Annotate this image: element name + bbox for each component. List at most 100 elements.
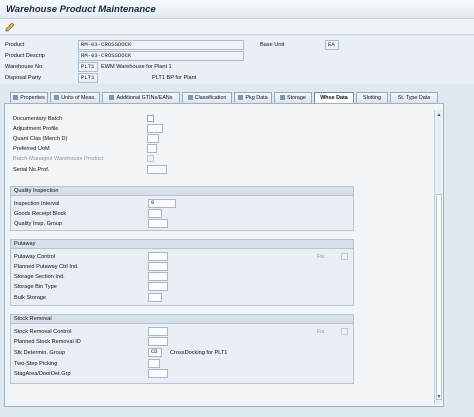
bulk-input[interactable] — [148, 293, 162, 302]
stag-label: StagArea/DoorDet.Grp — [14, 371, 71, 377]
party-field[interactable]: PLT1 — [78, 73, 98, 83]
stk-group-input[interactable]: CD — [148, 348, 162, 357]
tab-icon — [187, 95, 193, 100]
serial-label: Serial No.Prof. — [13, 167, 50, 173]
descr-label: Product Descrip — [5, 53, 45, 59]
title-bar: Warehouse Product Maintenance — [0, 0, 474, 19]
batch-managed-label: Batch-Managed Warehouse Product — [13, 156, 104, 162]
descr-row: Product Descrip RM-03-CROSSDOCK — [0, 51, 474, 62]
batch-managed-checkbox — [147, 155, 154, 162]
batch-managed-row: Batch-Managed Warehouse Product — [10, 154, 354, 164]
whse-field[interactable]: PLT1 — [78, 62, 98, 72]
quality-section: Quality Inspection Inspection Interval 0… — [10, 186, 354, 231]
stk-group-row: Stk Determin. Group CD CrossDocking for … — [11, 348, 353, 358]
removal-control-row: Stock Removal Control Fix. — [11, 327, 353, 337]
interval-input[interactable]: 0 — [148, 199, 176, 208]
quant-clas-input[interactable] — [147, 134, 159, 143]
display-change-icon[interactable] — [5, 22, 15, 32]
base-unit-field[interactable]: EA — [325, 40, 339, 50]
tab-storage[interactable]: Storage — [274, 92, 312, 103]
two-step-input[interactable] — [148, 359, 160, 368]
scroll-up-icon[interactable]: ▲ — [436, 112, 442, 118]
adj-profile-input[interactable] — [147, 124, 163, 133]
party-text: PLT1 BP for Plant — [152, 75, 197, 81]
putaway-fix-label: Fix. — [317, 254, 326, 260]
whse-label: Warehouse No. — [5, 64, 44, 70]
base-unit-label: Base Unit — [260, 42, 285, 48]
tab-pkg-data[interactable]: Pkg Data — [234, 92, 272, 103]
doc-batch-checkbox[interactable] — [147, 115, 154, 122]
stk-group-label: Stk Determin. Group — [14, 350, 65, 356]
planned-removal-input[interactable] — [148, 337, 168, 346]
tab-slotting[interactable]: Slotting — [356, 92, 388, 103]
pref-uom-row: Preferred UoM — [10, 144, 354, 154]
insp-group-input[interactable] — [148, 219, 168, 228]
doc-batch-label: Documentary Batch — [13, 116, 63, 122]
putaway-control-input[interactable] — [148, 252, 168, 261]
bin-type-input[interactable] — [148, 282, 168, 291]
tab-st-type-data[interactable]: St. Type Data — [390, 92, 438, 103]
tab-additional-gtins[interactable]: Additional GTINs/EANs — [102, 92, 180, 103]
quality-header: Quality Inspection — [11, 187, 353, 196]
tab-icon — [13, 95, 19, 100]
scroll-thumb[interactable] — [436, 194, 442, 400]
interval-label: Inspection Interval — [14, 201, 60, 207]
stag-row: StagArea/DoorDet.Grp — [11, 369, 353, 379]
insp-group-label: Quality Insp. Group — [14, 221, 63, 227]
planned-removal-row: Planned Stock Removal ID — [11, 337, 353, 347]
putaway-section: Putaway Putaway Control Fix. Planned Put… — [10, 239, 354, 306]
tab-icon — [280, 95, 286, 100]
removal-fix-checkbox — [341, 328, 348, 335]
serial-row: Serial No.Prof. — [10, 165, 354, 175]
two-step-label: Two-Step Picking — [14, 361, 58, 367]
tab-icon — [54, 95, 60, 100]
tab-icon — [109, 95, 115, 100]
section-ind-label: Storage Section Ind. — [14, 274, 65, 280]
putaway-control-row: Putaway Control Fix. — [11, 252, 353, 262]
tab-icon — [238, 95, 244, 100]
bin-type-row: Storage Bin Type — [11, 282, 353, 292]
stk-group-text: CrossDocking for PLT1 — [170, 350, 228, 356]
insp-group-row: Quality Insp. Group — [11, 219, 353, 229]
tab-properties[interactable]: Properties — [10, 92, 48, 103]
tab-strip: Properties Units of Meas. Additional GTI… — [10, 92, 440, 103]
whse-text: EWM Warehouse for Plant 1 — [101, 64, 172, 70]
quant-clas-row: Quant Clas (Merch D) — [10, 134, 354, 144]
removal-header: Stock Removal — [11, 315, 353, 324]
section-ind-row: Storage Section Ind. — [11, 272, 353, 282]
gr-block-input[interactable] — [148, 209, 162, 218]
stag-input[interactable] — [148, 369, 168, 378]
serial-input[interactable] — [147, 165, 167, 174]
bulk-label: Bulk Storage — [14, 295, 47, 301]
adj-profile-row: Adjustment Profile — [10, 124, 354, 134]
scroll-down-icon[interactable]: ▼ — [436, 394, 442, 400]
planned-putaway-label: Planned Putaway Ctrl Ind. — [14, 264, 79, 270]
product-row: Product RM-03-CROSSDOCK Base Unit EA — [0, 40, 474, 51]
removal-control-label: Stock Removal Control — [14, 329, 72, 335]
product-field[interactable]: RM-03-CROSSDOCK — [78, 40, 244, 50]
removal-control-input[interactable] — [148, 327, 168, 336]
doc-batch-row: Documentary Batch — [10, 114, 354, 124]
vertical-scrollbar[interactable]: ▲ ▼ — [434, 110, 442, 404]
tab-units-of-meas[interactable]: Units of Meas. — [50, 92, 100, 103]
party-row: Disposal Party PLT1 PLT1 BP for Plant — [0, 73, 474, 84]
putaway-header: Putaway — [11, 240, 353, 249]
pref-uom-input[interactable] — [147, 144, 157, 153]
removal-fix-label: Fix. — [317, 329, 326, 335]
removal-section: Stock Removal Stock Removal Control Fix.… — [10, 314, 354, 384]
planned-putaway-input[interactable] — [148, 262, 168, 271]
pref-uom-label: Preferred UoM — [13, 146, 50, 152]
putaway-control-label: Putaway Control — [14, 254, 56, 260]
tab-classification[interactable]: Classification — [182, 92, 232, 103]
interval-row: Inspection Interval 0 — [11, 199, 353, 209]
planned-putaway-row: Planned Putaway Ctrl Ind. — [11, 262, 353, 272]
bulk-row: Bulk Storage — [11, 293, 353, 303]
product-label: Product — [5, 42, 25, 48]
two-step-row: Two-Step Picking — [11, 359, 353, 369]
section-ind-input[interactable] — [148, 272, 168, 281]
party-label: Disposal Party — [5, 75, 42, 81]
tab-whse-data[interactable]: Whse Data — [314, 92, 354, 103]
quant-clas-label: Quant Clas (Merch D) — [13, 136, 68, 142]
window-title: Warehouse Product Maintenance — [6, 4, 156, 15]
descr-field[interactable]: RM-03-CROSSDOCK — [78, 51, 244, 61]
